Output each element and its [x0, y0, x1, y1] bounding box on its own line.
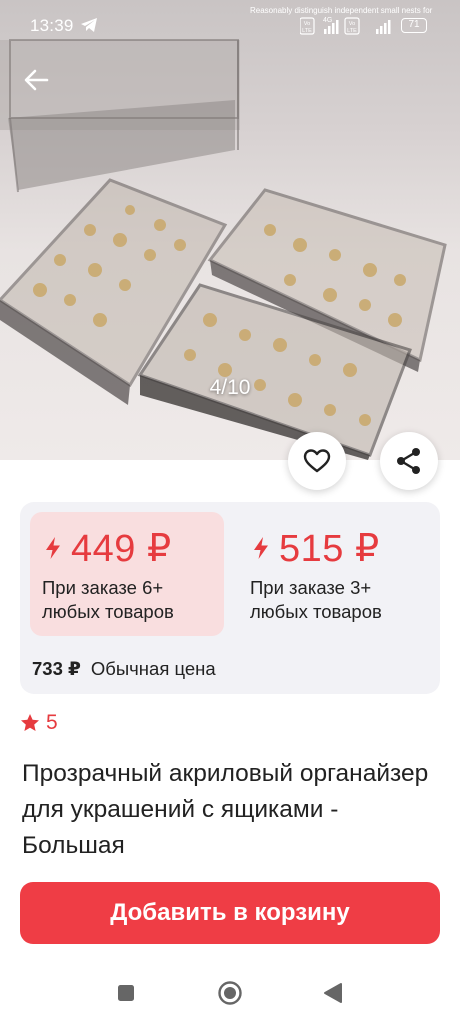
- star-icon: [21, 714, 39, 731]
- add-to-cart-button[interactable]: Добавить в корзину: [20, 882, 440, 944]
- price-row: 515 ₽: [250, 524, 432, 572]
- arrow-left-icon: [24, 69, 49, 91]
- battery-icon: 71: [401, 18, 427, 33]
- system-navigation-bar: [0, 960, 460, 1024]
- triangle-back-icon: [324, 983, 342, 1003]
- volte-icon-2: Vo LTE: [344, 17, 360, 35]
- svg-text:LTE: LTE: [347, 28, 357, 34]
- share-button[interactable]: [380, 432, 438, 490]
- system-back-button[interactable]: [318, 978, 348, 1008]
- lightning-icon: [254, 537, 268, 559]
- back-button[interactable]: [18, 62, 54, 98]
- price-row: 449 ₽: [42, 524, 224, 572]
- square-icon: [118, 985, 134, 1001]
- product-screen: 13:39 Reasonably distinguish independent…: [0, 0, 460, 1024]
- price-value: 449 ₽: [71, 527, 172, 570]
- share-icon: [397, 448, 420, 474]
- heart-icon: [303, 449, 331, 473]
- network-type-label: 4G: [323, 17, 332, 24]
- wifi-signal-icon: [376, 20, 391, 34]
- price-value: 515 ₽: [279, 527, 380, 570]
- home-button[interactable]: [215, 978, 245, 1008]
- telegram-icon: [81, 18, 97, 32]
- price-option-6-plus[interactable]: 449 ₽ При заказе 6+ любых товаров: [30, 512, 224, 636]
- regular-price-amount: 733 ₽: [32, 658, 81, 679]
- regular-price-label: Обычная цена: [90, 658, 216, 679]
- recent-apps-button[interactable]: [111, 978, 141, 1008]
- status-time: 13:39: [30, 16, 74, 35]
- circle-icon: [218, 981, 242, 1005]
- product-rating[interactable]: 5: [20, 710, 58, 736]
- regular-price: 733 ₽ Обычная цена: [32, 658, 216, 680]
- network-status-icons: Vo LTE 4G Vo LTE: [300, 17, 391, 35]
- status-bar: 13:39 Reasonably distinguish independent…: [0, 0, 460, 50]
- product-image-gallery[interactable]: 13:39 Reasonably distinguish independent…: [0, 0, 460, 460]
- product-title: Прозрачный акриловый органайзер для укра…: [22, 760, 429, 859]
- rating-value: 5: [46, 711, 58, 734]
- svg-text:Vo: Vo: [304, 21, 310, 27]
- volte-icon: Vo LTE: [300, 17, 315, 35]
- price-option-3-plus[interactable]: 515 ₽ При заказе 3+ любых товаров: [238, 512, 432, 636]
- price-condition: При заказе 3+ любых товаров: [250, 577, 382, 622]
- price-card: 449 ₽ При заказе 6+ любых товаров 515 ₽ …: [20, 502, 440, 694]
- svg-text:LTE: LTE: [302, 28, 312, 34]
- svg-text:Vo: Vo: [349, 21, 355, 27]
- status-watermark: Reasonably distinguish independent small…: [250, 6, 433, 15]
- price-condition: При заказе 6+ любых товаров: [42, 577, 174, 622]
- favorite-button[interactable]: [288, 432, 346, 490]
- gallery-page-indicator: 4/10: [209, 376, 251, 399]
- lightning-icon: [46, 537, 60, 559]
